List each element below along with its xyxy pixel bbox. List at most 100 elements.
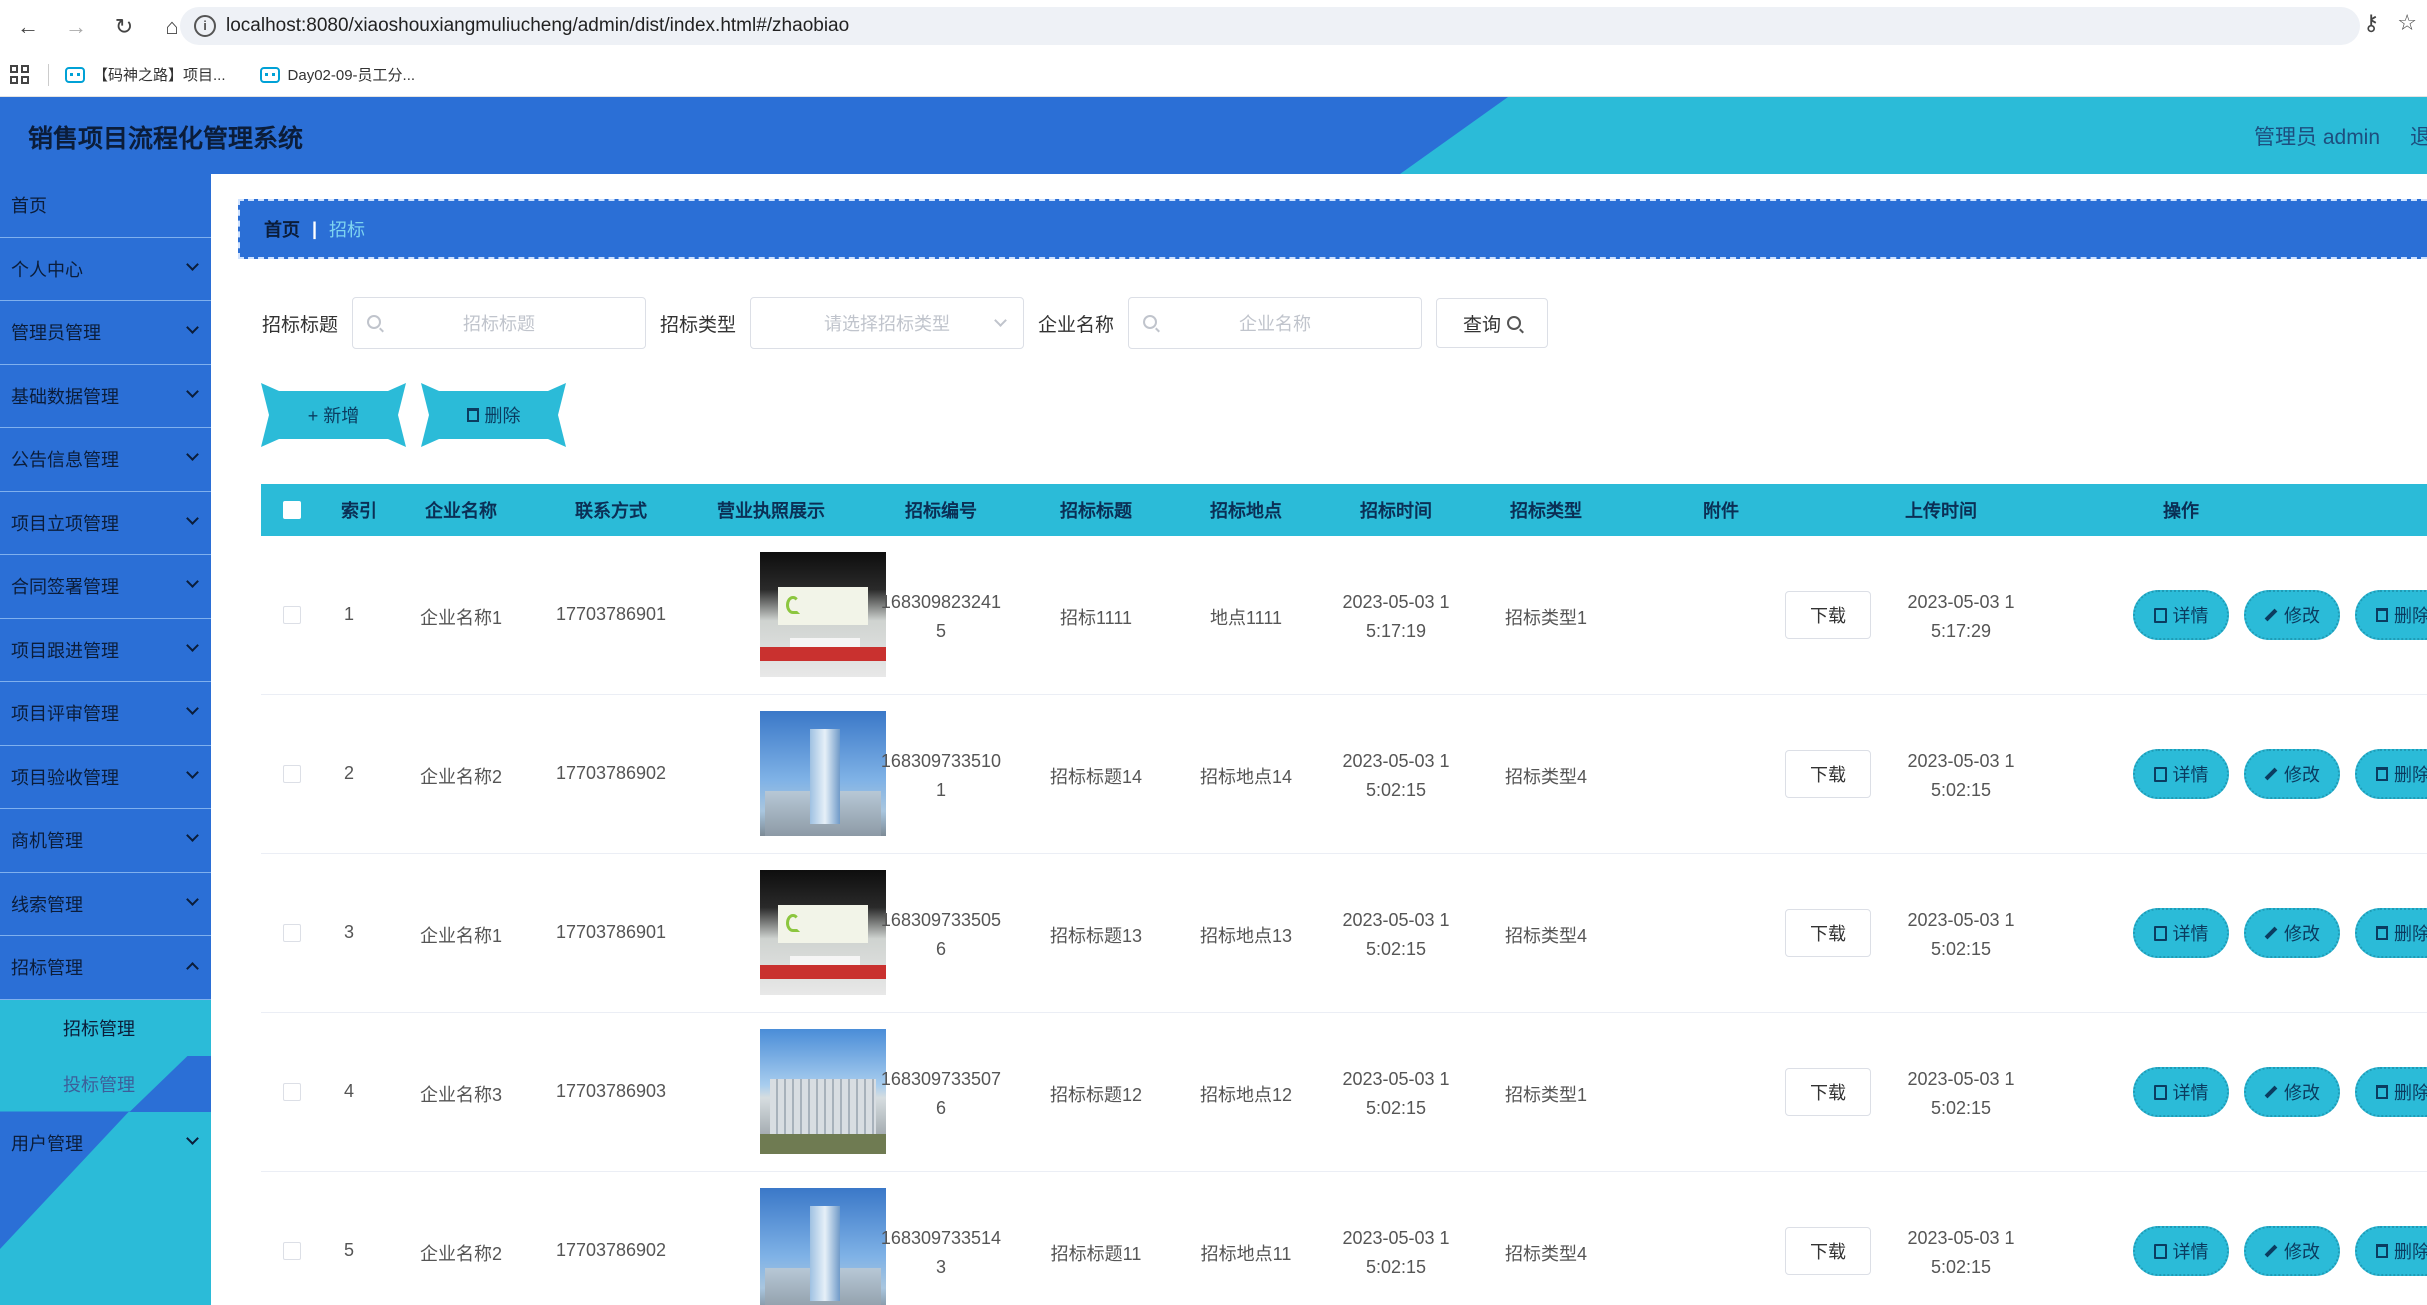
bookmark-star-icon[interactable]: ☆ (2397, 10, 2417, 36)
chevron-down-icon (186, 1131, 199, 1145)
cell-type: 招标类型4 (1504, 767, 1587, 787)
download-button[interactable]: 下载 (1785, 591, 1871, 639)
chevron-down-icon (186, 829, 199, 842)
edit-button[interactable]: 修改 (2244, 1067, 2340, 1117)
sidebar-item-users[interactable]: 用户管理 (0, 1112, 211, 1176)
cell-upload-time: 2023-05-03 1 5:02:15 (1907, 1228, 2015, 1277)
column-header: 上传时间 (1905, 501, 1977, 521)
query-button[interactable]: 查询 (1436, 298, 1549, 348)
search-form: 招标标题 招标标题 招标类型 请选择招标类型 企业名称 企业名称 查询 (262, 297, 1549, 349)
add-button[interactable]: + 新增 (261, 383, 406, 447)
edit-icon (2264, 1244, 2278, 1258)
sidebar-item-profile[interactable]: 个人中心 (0, 238, 211, 301)
edit-button[interactable]: 修改 (2244, 749, 2340, 799)
cell-title: 招标标题12 (1049, 1085, 1143, 1105)
breadcrumb-separator: | (312, 218, 318, 239)
logout-link[interactable]: 退 (2410, 121, 2427, 151)
sidebar-subitem-tender-management[interactable]: 招标管理 (0, 999, 211, 1056)
cell-phone: 17703786902 (555, 1240, 667, 1260)
detail-button[interactable]: 详情 (2133, 590, 2229, 640)
detail-button[interactable]: 详情 (2133, 1226, 2229, 1276)
edit-button[interactable]: 修改 (2244, 1226, 2340, 1276)
cell-tender-time: 2023-05-03 1 5:02:15 (1342, 910, 1450, 959)
tender-type-select[interactable]: 请选择招标类型 (750, 297, 1025, 349)
detail-button[interactable]: 详情 (2133, 749, 2229, 799)
download-button[interactable]: 下载 (1785, 1227, 1871, 1275)
chevron-up-icon (186, 962, 199, 975)
chevron-down-icon (186, 257, 199, 271)
cell-type: 招标类型1 (1504, 1085, 1587, 1105)
password-key-icon[interactable]: ⚷ (2363, 10, 2379, 36)
row-checkbox[interactable] (283, 924, 301, 942)
sidebar-item-acceptance[interactable]: 项目验收管理 (0, 746, 211, 809)
site-info-icon[interactable]: i (194, 15, 216, 37)
delete-button[interactable]: 删除 (2355, 1067, 2427, 1117)
company-search-input[interactable]: 企业名称 (1128, 297, 1423, 349)
cell-tender-code: 168309823241 5 (880, 592, 1002, 641)
bookmark-item[interactable]: Day02-09-员工分... (259, 64, 415, 85)
sidebar-item-home[interactable]: 首页 (0, 174, 211, 238)
batch-delete-button[interactable]: 删除 (421, 383, 566, 447)
column-header: 招标编号 (905, 501, 977, 521)
document-icon (2153, 1243, 2167, 1259)
select-all-checkbox[interactable] (283, 501, 301, 519)
cell-title: 招标1111 (1059, 608, 1133, 628)
apps-grid-icon[interactable] (10, 64, 30, 85)
row-checkbox[interactable] (283, 765, 301, 783)
detail-button[interactable]: 详情 (2133, 1067, 2229, 1117)
cell-type: 招标类型1 (1504, 608, 1587, 628)
sidebar-item-tenders[interactable]: 招标管理 (0, 936, 211, 1000)
delete-button[interactable]: 删除 (2355, 908, 2427, 958)
search-icon (1143, 315, 1158, 329)
sidebar-item-followup[interactable]: 项目跟进管理 (0, 619, 211, 682)
cell-title: 招标标题13 (1049, 926, 1143, 946)
edit-icon (2264, 1085, 2278, 1099)
address-bar[interactable]: i localhost:8080/xiaoshouxiangmuliucheng… (180, 7, 2360, 45)
sidebar-item-review[interactable]: 项目评审管理 (0, 682, 211, 746)
trash-icon (2376, 926, 2388, 940)
sidebar-subitem-bid-management[interactable]: 投标管理 (0, 1055, 211, 1112)
sidebar-item-leads[interactable]: 线索管理 (0, 873, 211, 936)
trash-icon (2376, 1085, 2388, 1099)
edit-button[interactable]: 修改 (2244, 908, 2340, 958)
delete-button[interactable]: 删除 (2355, 1226, 2427, 1276)
reload-icon[interactable]: ↻ (104, 7, 144, 47)
bilibili-icon (65, 66, 85, 83)
sidebar-item-base-data[interactable]: 基础数据管理 (0, 365, 211, 428)
delete-button[interactable]: 删除 (2355, 590, 2427, 640)
cell-place: 地点1111 (1209, 608, 1283, 628)
url-text: localhost:8080/xiaoshouxiangmuliucheng/a… (226, 15, 850, 36)
trash-icon (466, 408, 479, 422)
download-button[interactable]: 下载 (1785, 909, 1871, 957)
cell-place: 招标地点12 (1199, 1085, 1293, 1105)
sidebar-item-project-init[interactable]: 项目立项管理 (0, 492, 211, 555)
sidebar-item-opportunities[interactable]: 商机管理 (0, 809, 211, 873)
row-checkbox[interactable] (283, 1242, 301, 1260)
column-header: 索引 (341, 501, 377, 521)
table-body: 1 企业名称1 17703786901 168309823241 5 招标1111 地点11… (261, 536, 2427, 1305)
sidebar-item-admins[interactable]: 管理员管理 (0, 301, 211, 365)
column-header: 联系方式 (575, 501, 647, 521)
chevron-down-icon (994, 314, 1007, 327)
cell-tender-time: 2023-05-03 1 5:02:15 (1342, 1069, 1450, 1118)
download-button[interactable]: 下载 (1785, 1068, 1871, 1116)
cell-phone: 17703786901 (555, 922, 667, 942)
sidebar-item-notices[interactable]: 公告信息管理 (0, 428, 211, 492)
edit-icon (2264, 926, 2278, 940)
download-button[interactable]: 下载 (1785, 750, 1871, 798)
row-checkbox[interactable] (283, 606, 301, 624)
cell-company: 企业名称3 (419, 1085, 502, 1105)
title-search-input[interactable]: 招标标题 (352, 297, 647, 349)
breadcrumb-home[interactable]: 首页 (264, 216, 300, 242)
forward-icon[interactable]: → (56, 7, 96, 47)
cell-title: 招标标题14 (1049, 767, 1143, 787)
edit-button[interactable]: 修改 (2244, 590, 2340, 640)
detail-button[interactable]: 详情 (2133, 908, 2229, 958)
sidebar-item-contracts[interactable]: 合同签署管理 (0, 555, 211, 619)
logo-icon (786, 914, 800, 932)
bilibili-icon (259, 66, 280, 83)
row-checkbox[interactable] (283, 1083, 301, 1101)
back-icon[interactable]: ← (8, 7, 48, 47)
delete-button[interactable]: 删除 (2355, 749, 2427, 799)
bookmark-item[interactable]: 【码神之路】项目... (65, 64, 226, 85)
